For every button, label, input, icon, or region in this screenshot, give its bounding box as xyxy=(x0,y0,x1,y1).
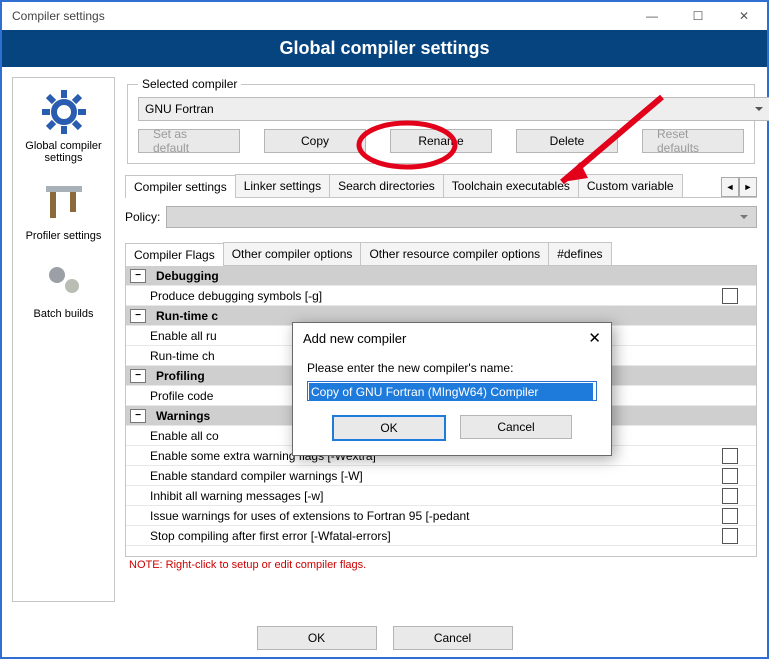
sidebar-item-label: Global compiler settings xyxy=(17,140,110,164)
compiler-dropdown[interactable]: GNU Fortran xyxy=(138,97,769,121)
set-default-button[interactable]: Set as default xyxy=(138,129,240,153)
modal-prompt: Please enter the new compiler's name: xyxy=(307,361,597,375)
add-compiler-dialog: Add new compiler ✕ Please enter the new … xyxy=(292,322,612,456)
sidebar-item-profiler[interactable]: Profiler settings xyxy=(26,178,102,242)
delete-button[interactable]: Delete xyxy=(516,129,618,153)
flag-row[interactable]: Enable standard compiler warnings [-W] xyxy=(126,466,756,486)
collapse-icon[interactable]: − xyxy=(130,369,146,383)
sub-tabs: Compiler Flags Other compiler options Ot… xyxy=(125,242,757,266)
modal-title: Add new compiler xyxy=(303,331,406,346)
rename-button[interactable]: Rename xyxy=(390,129,492,153)
sidebar-item-label: Profiler settings xyxy=(26,230,102,242)
sidebar-item-global-compiler[interactable]: Global compiler settings xyxy=(17,88,110,164)
reset-defaults-button[interactable]: Reset defaults xyxy=(642,129,744,153)
titlebar: Compiler settings — ☐ ✕ xyxy=(2,2,767,30)
flag-checkbox[interactable] xyxy=(722,448,738,464)
flag-row[interactable]: Issue warnings for uses of extensions to… xyxy=(126,506,756,526)
ok-button[interactable]: OK xyxy=(257,626,377,650)
dialog-window: Compiler settings — ☐ ✕ Global compiler … xyxy=(0,0,769,659)
collapse-icon[interactable]: − xyxy=(130,269,146,283)
flag-checkbox[interactable] xyxy=(722,508,738,524)
main-tabs: Compiler settings Linker settings Search… xyxy=(125,174,757,198)
tab-scroll-right[interactable]: ► xyxy=(739,177,757,197)
modal-ok-button[interactable]: OK xyxy=(332,415,446,441)
collapse-icon[interactable]: − xyxy=(130,409,146,423)
policy-label: Policy: xyxy=(125,210,160,224)
cancel-button[interactable]: Cancel xyxy=(393,626,513,650)
tab-scroll-left[interactable]: ◄ xyxy=(721,177,739,197)
flag-checkbox[interactable] xyxy=(722,488,738,504)
window-title: Compiler settings xyxy=(2,9,105,23)
page-title-banner: Global compiler settings xyxy=(2,30,767,67)
subtab-other-resource-options[interactable]: Other resource compiler options xyxy=(360,242,549,265)
tab-compiler-settings[interactable]: Compiler settings xyxy=(125,175,236,198)
policy-dropdown[interactable] xyxy=(166,206,757,228)
flags-note: NOTE: Right-click to setup or edit compi… xyxy=(125,557,757,571)
modal-close-button[interactable]: ✕ xyxy=(588,329,601,347)
window-controls: — ☐ ✕ xyxy=(629,2,767,30)
collapse-icon[interactable]: − xyxy=(130,309,146,323)
tab-linker-settings[interactable]: Linker settings xyxy=(235,174,330,197)
tab-custom-variables[interactable]: Custom variable xyxy=(578,174,683,197)
selected-compiler-group: Selected compiler GNU Fortran Set as def… xyxy=(127,77,755,164)
flag-checkbox[interactable] xyxy=(722,468,738,484)
subtab-other-compiler-options[interactable]: Other compiler options xyxy=(223,242,362,265)
compiler-name-value: Copy of GNU Fortran (MIngW64) Compiler xyxy=(309,383,593,401)
maximize-button[interactable]: ☐ xyxy=(675,2,721,30)
flag-row[interactable]: Produce debugging symbols [-g] xyxy=(126,286,756,306)
caliper-icon xyxy=(40,178,88,226)
gear-large-icon xyxy=(40,88,88,136)
minimize-button[interactable]: — xyxy=(629,2,675,30)
subtab-defines[interactable]: #defines xyxy=(548,242,611,265)
close-button[interactable]: ✕ xyxy=(721,2,767,30)
category-sidebar: Global compiler settings Profiler settin… xyxy=(12,77,115,602)
gears-small-icon xyxy=(40,256,88,304)
copy-button[interactable]: Copy xyxy=(264,129,366,153)
compiler-name-input[interactable]: Copy of GNU Fortran (MIngW64) Compiler xyxy=(307,381,597,401)
dialog-footer: OK Cancel xyxy=(2,612,767,664)
compiler-dropdown-value: GNU Fortran xyxy=(145,102,214,116)
sidebar-item-batch-builds[interactable]: Batch builds xyxy=(34,256,94,320)
flag-category[interactable]: −Debugging xyxy=(126,266,756,286)
flag-row[interactable]: Stop compiling after first error [-Wfata… xyxy=(126,526,756,546)
flag-checkbox[interactable] xyxy=(722,528,738,544)
modal-cancel-button[interactable]: Cancel xyxy=(460,415,572,439)
sidebar-item-label: Batch builds xyxy=(34,308,94,320)
subtab-compiler-flags[interactable]: Compiler Flags xyxy=(125,243,224,266)
selected-compiler-legend: Selected compiler xyxy=(138,77,241,91)
policy-row: Policy: xyxy=(125,206,757,228)
tab-search-directories[interactable]: Search directories xyxy=(329,174,444,197)
flag-checkbox[interactable] xyxy=(722,288,738,304)
flag-row[interactable]: Inhibit all warning messages [-w] xyxy=(126,486,756,506)
tab-toolchain-executables[interactable]: Toolchain executables xyxy=(443,174,579,197)
